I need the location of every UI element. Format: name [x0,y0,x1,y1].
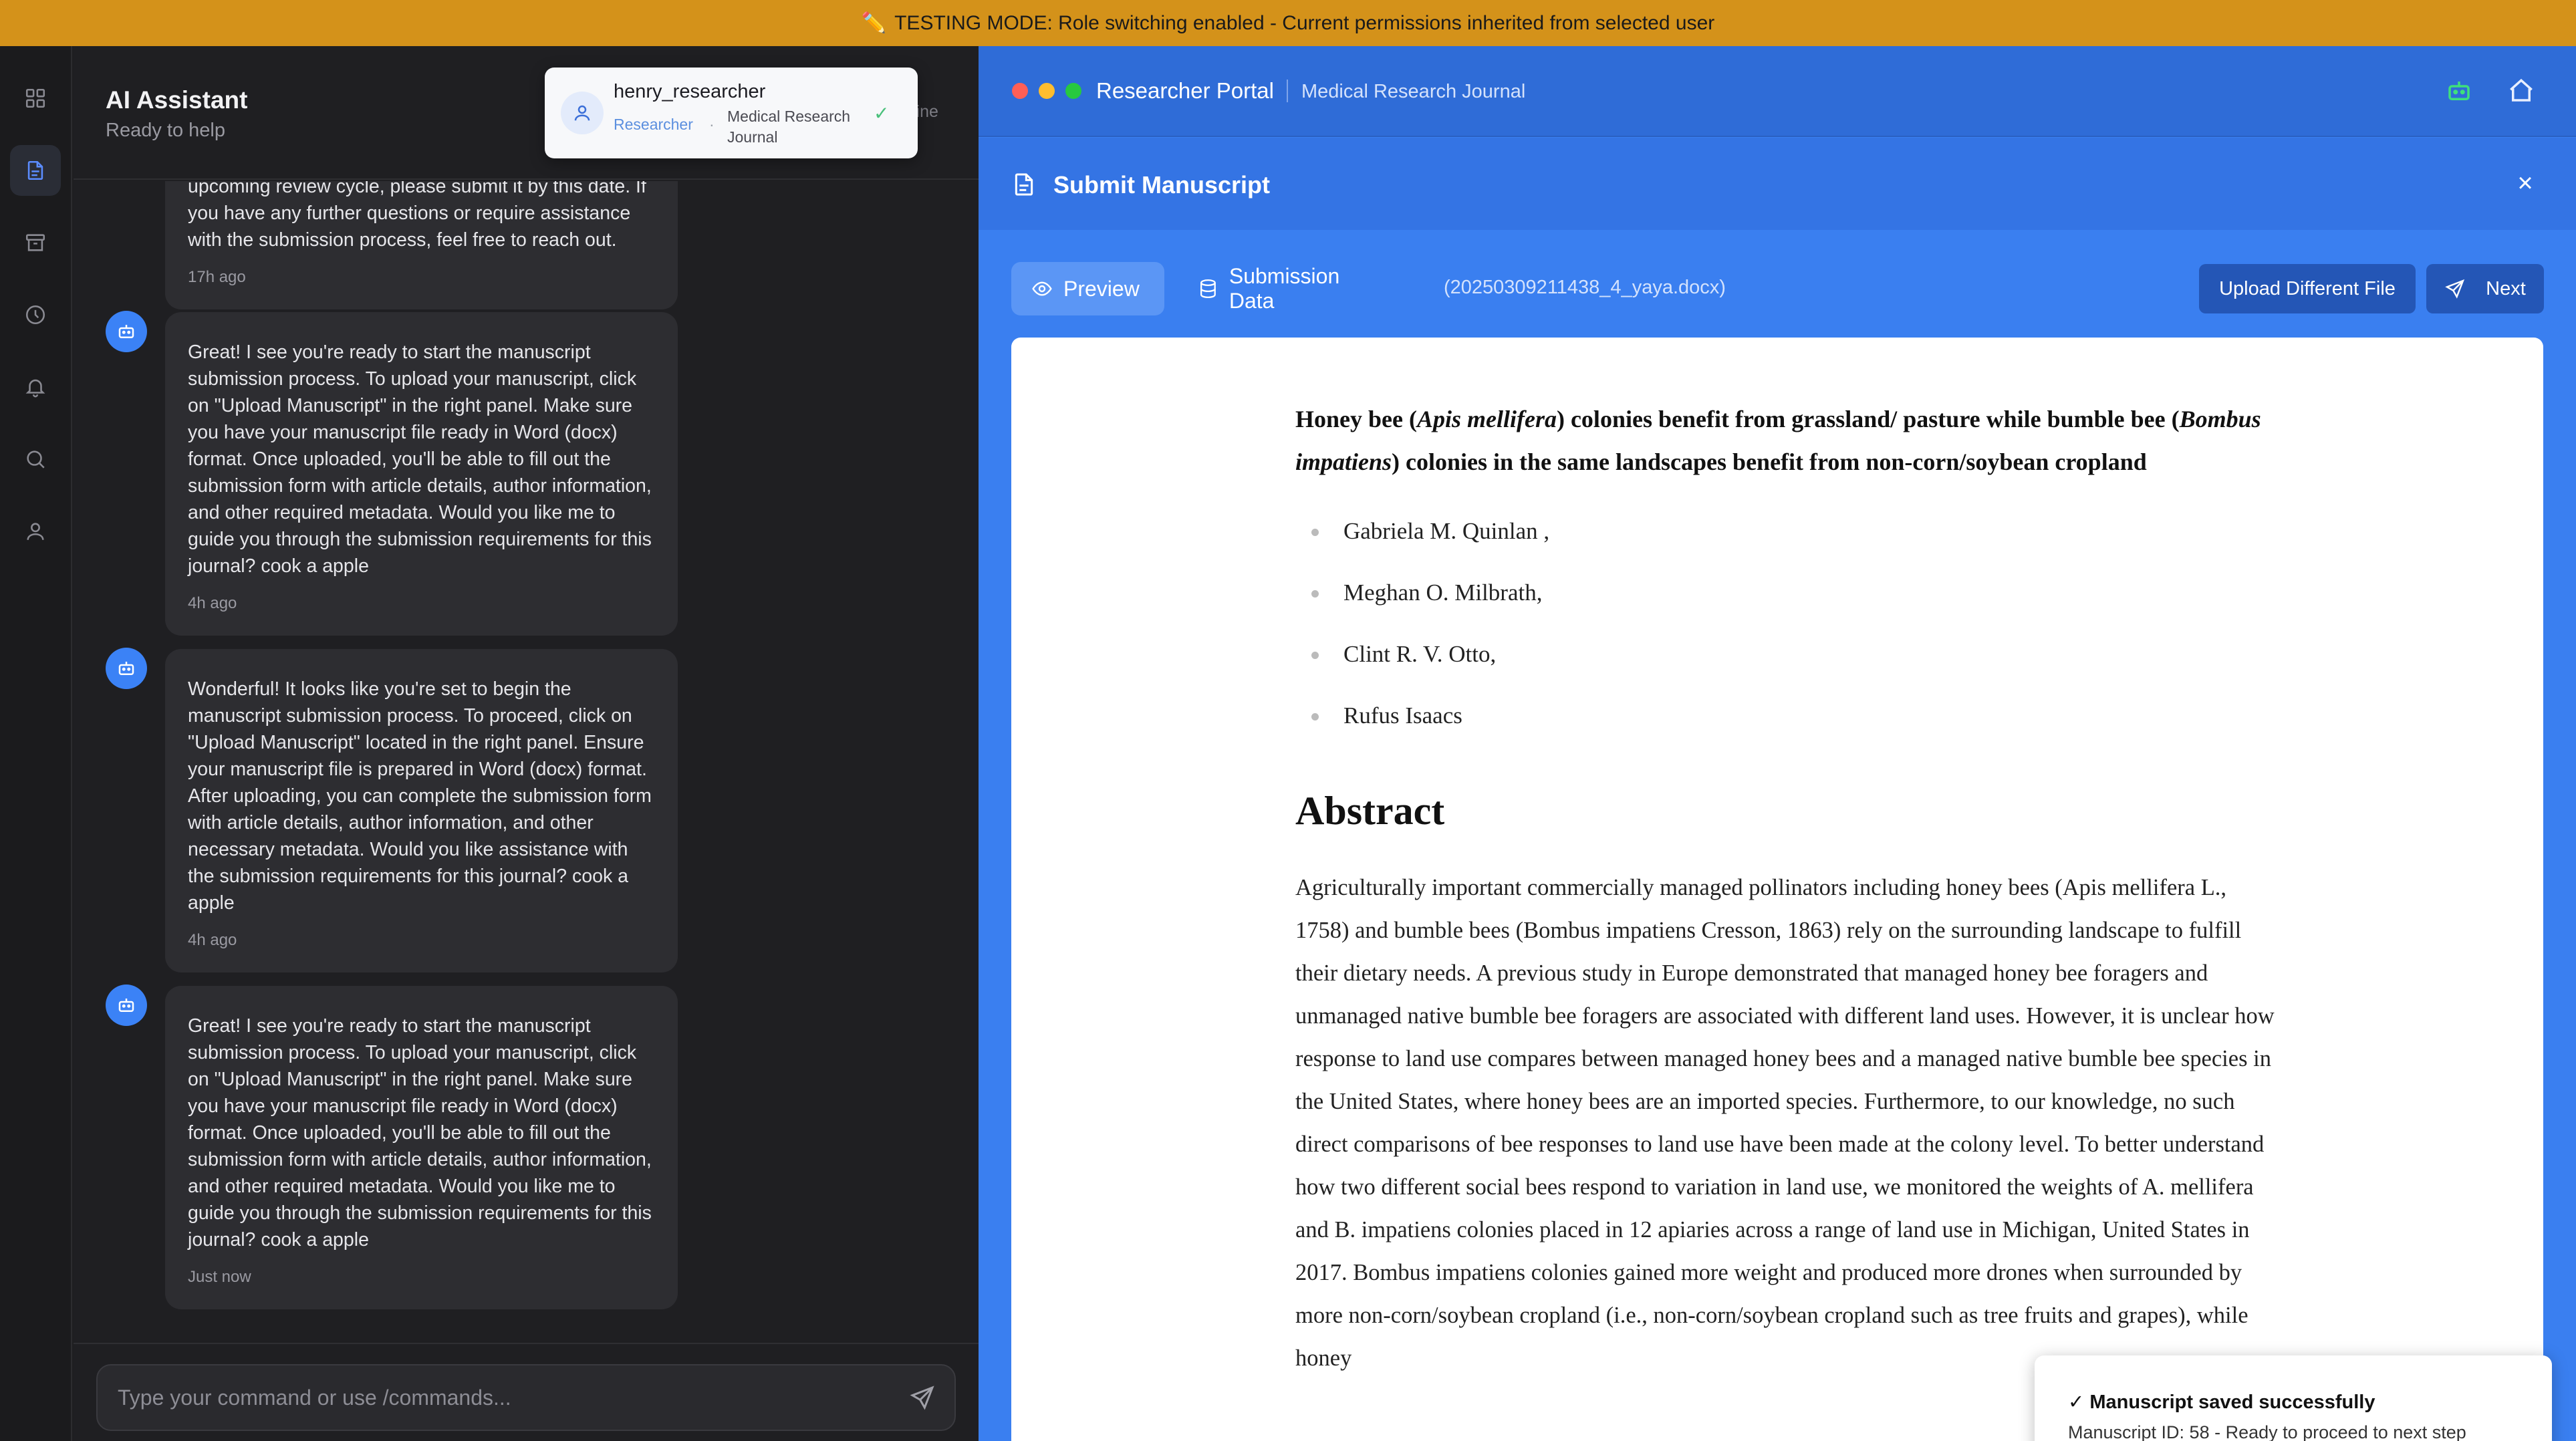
abstract-heading: Abstract [1295,789,1445,833]
message-time: 4h ago [188,594,237,612]
researcher-portal: Researcher Portal Medical Research Journ… [979,46,2576,1441]
message-list[interactable]: upcoming review cycle, please submit it … [74,181,979,1390]
abstract-text: Agriculturally important commercially ma… [1295,875,2275,1371]
banner-text: TESTING MODE: Role switching enabled - C… [894,11,1715,34]
robot-icon[interactable] [2445,77,2473,105]
message-text: upcoming review cycle, please submit it … [188,181,646,251]
tab-submission-data[interactable]: Submission Data [1178,262,1405,315]
author-item: Gabriela M. Quinlan , [1295,501,2285,562]
message-text: Wonderful! It looks like you're set to b… [188,678,652,914]
document-preview[interactable]: Honey bee (Apis mellifera) colonies bene… [1011,338,2543,1441]
upload-different-file-button[interactable]: Upload Different File [2199,264,2416,313]
clock-icon[interactable] [10,289,61,340]
tab-label: Preview [1063,276,1140,301]
page-title: Submit Manuscript [1053,171,1271,199]
assistant-message: Great! I see you're ready to start the m… [165,312,678,636]
testing-mode-banner: ✏️ TESTING MODE: Role switching enabled … [0,0,2576,46]
portal-name: Researcher Portal [1096,78,1274,103]
next-button[interactable]: Next [2426,264,2544,313]
document-content: Honey bee (Apis mellifera) colonies bene… [1295,398,2285,1380]
bot-avatar [106,985,147,1026]
close-icon[interactable]: × [2512,170,2539,196]
dashboard-icon[interactable] [10,73,61,124]
author-item: Clint R. V. Otto, [1295,624,2285,685]
tab-preview[interactable]: Preview [1011,262,1164,315]
icon-rail [0,46,72,1441]
author-item: Rufus Isaacs [1295,685,2285,747]
robot-icon [118,662,134,675]
user-role-card[interactable]: henry_researcher Researcher · Medical Re… [545,68,918,158]
author-list: Gabriela M. Quinlan , Meghan O. Milbrath… [1295,501,2285,747]
document-icon[interactable] [10,145,61,196]
chat-subtitle: Ready to help [106,120,225,141]
message-time: Just now [188,1268,251,1286]
home-icon[interactable] [2507,77,2535,105]
robot-icon [118,999,134,1012]
window-close-dot[interactable] [1012,83,1028,99]
message-text: Great! I see you're ready to start the m… [188,1015,652,1251]
file-name: (20250309211438_4_yaya.docx) [1444,277,1726,298]
portal-titlebar: Researcher Portal Medical Research Journ… [979,46,2576,137]
send-icon[interactable] [909,1384,936,1411]
author-item: Meghan O. Milbrath, [1295,562,2285,624]
message-time: 4h ago [188,931,237,949]
window-maximize-dot[interactable] [1065,83,1081,99]
chat-input-bar [74,1343,979,1441]
window-minimize-dot[interactable] [1039,83,1055,99]
toast-title: ✓ Manuscript saved successfully [2068,1392,2375,1413]
bot-avatar [106,648,147,689]
database-icon [1200,279,1216,299]
message-text: Great! I see you're ready to start the m… [188,342,652,577]
success-toast: ✓ Manuscript saved successfully Manuscri… [2035,1355,2552,1441]
message-time: 17h ago [188,268,246,286]
next-label: Next [2486,277,2526,299]
eye-icon [1032,281,1052,296]
chat-title: AI Assistant [106,86,248,114]
search-icon[interactable] [10,434,61,485]
article-title: Honey bee (Apis mellifera) colonies bene… [1295,406,2261,475]
tabs-row: Preview Submission Data (20250309211438_… [979,230,2576,337]
archive-icon[interactable] [10,217,61,268]
user-avatar [561,92,604,134]
submit-header: Submit Manuscript × [979,138,2576,230]
assistant-message: upcoming review cycle, please submit it … [165,181,678,309]
command-input[interactable] [96,1364,956,1431]
divider [1287,80,1288,102]
bot-avatar [106,311,147,352]
user-role: Researcher [614,116,693,133]
user-icon[interactable] [10,506,61,557]
user-journal: Medical Research Journal [727,108,851,146]
send-icon [2445,279,2465,299]
username: henry_researcher [614,81,766,102]
document-icon [1015,173,1033,196]
assistant-message: Wonderful! It looks like you're set to b… [165,649,678,972]
check-icon: ✓ [874,103,890,124]
assistant-message: Great! I see you're ready to start the m… [165,986,678,1309]
bell-icon[interactable] [10,362,61,412]
separator-dot: · [709,116,715,133]
portal-journal: Medical Research Journal [1301,81,1526,102]
tab-label: Submission Data [1229,264,1340,313]
robot-icon [118,325,134,338]
pencil-icon: ✏️ [861,12,887,34]
user-icon [574,105,590,121]
toast-subtitle: Manuscript ID: 58 - Ready to proceed to … [2068,1422,2466,1441]
chat-panel: AI Assistant Ready to help line upcoming… [74,46,979,1441]
